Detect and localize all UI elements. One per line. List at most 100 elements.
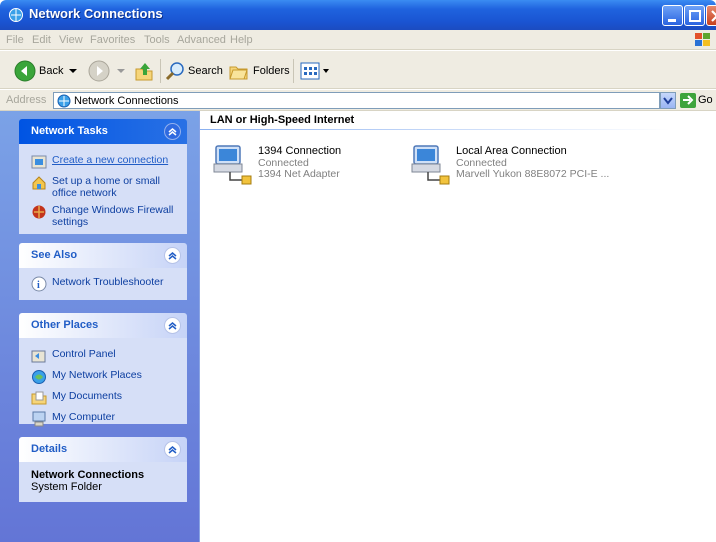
back-label: Back [39,65,64,77]
panel-title: See Also [31,249,78,261]
place-label[interactable]: Control Panel [52,348,116,360]
menu-bar: File Edit View Favorites Tools Advanced … [0,30,716,50]
search-button[interactable]: Search [165,60,223,82]
details-name: Network Connections [31,469,145,481]
place-my-documents[interactable]: My Documents [31,390,179,406]
info-icon: i [31,276,47,292]
network-connections-icon [9,8,23,22]
menu-edit[interactable]: Edit [32,34,51,46]
details-header[interactable]: Details [19,437,187,462]
connection-item-1394[interactable]: 1394 Connection Connected 1394 Net Adapt… [212,142,412,188]
go-arrow-icon [683,95,694,105]
minimize-icon [668,19,676,22]
menu-view[interactable]: View [59,34,83,46]
views-icon [300,62,320,80]
network-adapter-icon [213,145,252,185]
group-divider [200,129,670,130]
details-panel: Details Network Connections System Folde… [19,437,187,502]
task-label[interactable]: Create a new connection [52,154,168,166]
toolbar-separator [160,59,161,83]
collapse-button[interactable] [164,441,181,458]
new-connection-icon [31,155,47,169]
back-arrow-icon [14,60,36,82]
task-home-network[interactable]: Set up a home or small office network [31,175,179,199]
folders-icon [229,66,248,80]
network-tasks-panel: Network Tasks Create a new connection Se… [19,119,187,234]
menu-tools[interactable]: Tools [144,34,170,46]
address-dropdown-button[interactable] [660,92,676,109]
folders-label: Folders [253,65,290,77]
task-firewall[interactable]: Change Windows Firewall settings [31,204,179,228]
forward-button[interactable] [88,60,126,82]
place-label[interactable]: My Documents [52,390,122,402]
menu-favorites[interactable]: Favorites [90,34,135,46]
place-control-panel[interactable]: Control Panel [31,348,179,364]
windows-logo-icon [695,33,710,46]
place-network-places[interactable]: My Network Places [31,369,179,385]
connection-name: 1394 Connection [258,145,342,157]
see-also-header[interactable]: See Also [19,243,187,268]
chevron-down-icon [69,69,78,73]
chevron-down-icon [663,97,673,105]
connection-item-local-area[interactable]: Local Area Connection Connected Marvell … [410,142,710,188]
menu-advanced[interactable]: Advanced [177,34,226,46]
collapse-button[interactable] [164,247,181,264]
views-button[interactable] [300,60,330,82]
connection-name: Local Area Connection [456,145,567,157]
network-tasks-header[interactable]: Network Tasks [19,119,187,144]
folders-button[interactable]: Folders [228,60,290,82]
collapse-button[interactable] [164,123,181,140]
see-also-troubleshooter[interactable]: i Network Troubleshooter [31,276,179,292]
forward-arrow-icon [88,60,110,82]
up-folder-icon [135,63,153,81]
connection-device: 1394 Net Adapter [258,168,340,180]
collapse-button[interactable] [164,317,181,334]
chevron-down-icon [117,69,125,73]
chevron-up-double-icon [168,252,177,260]
chevron-up-double-icon [168,128,177,136]
address-label: Address [6,94,47,106]
minimize-button[interactable] [662,5,683,26]
task-label[interactable]: Set up a home or small office network [52,175,179,199]
firewall-icon [32,205,46,219]
other-places-panel: Other Places Control Panel My Network Pl… [19,313,187,427]
go-label[interactable]: Go [698,94,713,106]
svg-text:i: i [37,280,40,291]
search-icon [165,62,184,81]
menu-help[interactable]: Help [230,34,253,46]
connection-device: Marvell Yukon 88E8072 PCI-E ... [456,168,610,180]
network-adapter-icon [411,145,450,185]
chevron-down-icon [323,69,329,73]
title-bar: Network Connections [0,0,716,30]
toolbar: Back Search Folders [0,51,716,89]
group-header: LAN or High-Speed Internet [210,114,355,126]
up-folder-button[interactable] [133,60,155,82]
other-places-header[interactable]: Other Places [19,313,187,338]
panel-title: Other Places [31,319,99,331]
maximize-button[interactable] [684,5,705,26]
other-places-body: Control Panel My Network Places My Docum… [19,338,187,427]
search-label: Search [188,65,223,77]
chevron-up-double-icon [168,322,177,330]
panel-title: Network Tasks [31,125,108,137]
details-type: System Folder [31,481,102,493]
place-label[interactable]: My Computer [52,411,115,423]
menu-file[interactable]: File [6,34,24,46]
network-places-icon [32,370,46,384]
task-create-connection[interactable]: Create a new connection [31,154,179,170]
computer-icon [32,411,46,427]
task-label[interactable]: Change Windows Firewall settings [52,204,179,228]
chevron-up-double-icon [168,446,177,454]
close-button[interactable] [706,5,716,26]
place-my-computer[interactable]: My Computer [31,411,179,427]
back-button[interactable]: Back [14,60,78,82]
window-title: Network Connections [29,6,163,21]
close-icon [711,10,716,22]
place-label[interactable]: My Network Places [52,369,142,381]
see-also-panel: See Also i Network Troubleshooter [19,243,187,300]
control-panel-icon [31,350,46,363]
link-label[interactable]: Network Troubleshooter [52,276,163,288]
go-button[interactable] [680,93,696,108]
details-body: Network Connections System Folder [19,462,187,502]
address-input[interactable]: Network Connections [53,92,660,109]
